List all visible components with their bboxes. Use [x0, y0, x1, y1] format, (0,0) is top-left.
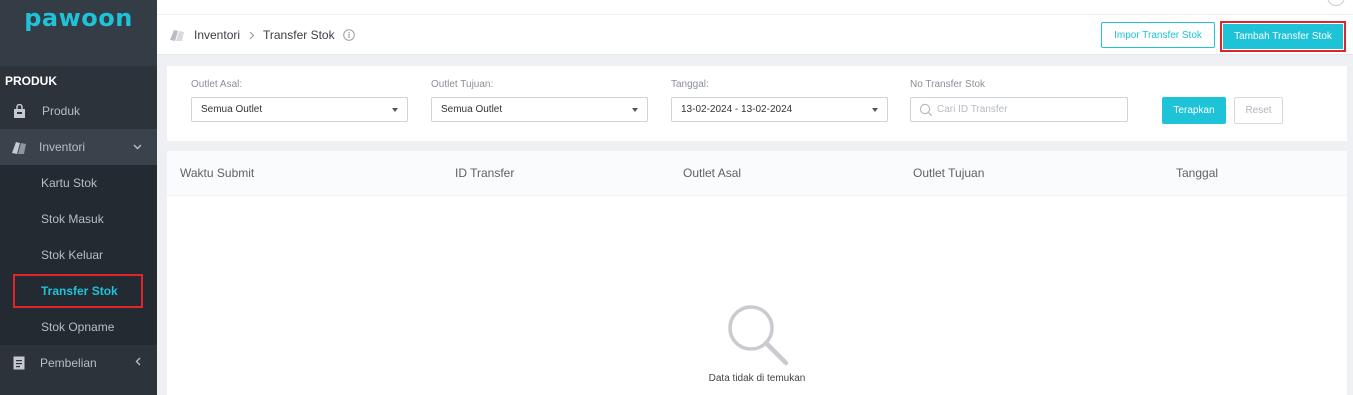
breadcrumb-separator-icon: [249, 15, 255, 55]
column-waktu-submit: Waktu Submit: [180, 166, 255, 180]
date-range-picker[interactable]: 13-02-2024 - 13-02-2024: [671, 97, 888, 122]
chevron-left-icon: [135, 357, 141, 369]
no-transfer-label: No Transfer Stok: [910, 79, 986, 90]
filter-panel: Outlet Asal: Semua Outlet Outlet Tujuan:…: [167, 66, 1347, 141]
top-bar: [157, 0, 1353, 15]
search-placeholder: Cari ID Transfer: [937, 104, 1008, 115]
tanggal-label: Tanggal:: [671, 79, 709, 90]
empty-state-text: Data tidak di temukan: [708, 373, 806, 384]
apply-button[interactable]: Terapkan: [1162, 97, 1226, 124]
bag-icon: [11, 103, 27, 119]
logo[interactable]: pawoon: [24, 4, 133, 66]
sidebar-subitem-transfer-stok[interactable]: Transfer Stok: [0, 273, 157, 309]
search-icon: [919, 103, 933, 120]
add-transfer-button[interactable]: Tambah Transfer Stok: [1223, 24, 1343, 49]
reset-button[interactable]: Reset: [1234, 97, 1283, 124]
page-title: Transfer Stok: [263, 28, 335, 42]
outlet-asal-value: Semua Outlet: [201, 104, 263, 115]
sidebar-item-label: Produk: [42, 104, 81, 118]
sidebar-subitem-kartu-stok[interactable]: Kartu Stok: [0, 165, 157, 201]
sidebar-subitem-stok-opname[interactable]: Stok Opname: [0, 309, 157, 345]
column-id-transfer: ID Transfer: [455, 166, 515, 180]
outlet-tujuan-select[interactable]: Semua Outlet: [431, 97, 648, 122]
user-menu-icon[interactable]: [1327, 0, 1345, 6]
sidebar-item-produk[interactable]: Produk: [0, 93, 157, 129]
highlight-box: [13, 274, 143, 308]
add-transfer-highlight: Tambah Transfer Stok: [1220, 21, 1346, 52]
sidebar-item-inventori[interactable]: Inventori: [0, 129, 157, 165]
sidebar: pawoon PRODUK Produk Inventori Kartu Sto…: [0, 0, 157, 395]
sidebar-item-label: Inventori: [39, 140, 86, 154]
date-range-value: 13-02-2024 - 13-02-2024: [681, 104, 793, 115]
magnifier-icon: [726, 303, 790, 372]
column-outlet-asal: Outlet Asal: [683, 166, 742, 180]
outlet-tujuan-label: Outlet Tujuan:: [431, 79, 494, 90]
transfer-id-search-input[interactable]: Cari ID Transfer: [910, 97, 1128, 122]
outlet-asal-label: Outlet Asal:: [191, 79, 243, 90]
box-icon: [169, 15, 185, 55]
caret-down-icon: [392, 108, 398, 112]
column-tanggal: Tanggal: [1176, 166, 1219, 180]
sidebar-subitem-stok-masuk[interactable]: Stok Masuk: [0, 201, 157, 237]
breadcrumb-inventori[interactable]: Inventori: [194, 15, 240, 55]
sidebar-item-pembelian[interactable]: Pembelian: [0, 345, 157, 381]
outlet-tujuan-value: Semua Outlet: [441, 104, 503, 115]
sidebar-subitem-stok-keluar[interactable]: Stok Keluar: [0, 237, 157, 273]
document-icon: [11, 355, 27, 371]
info-icon[interactable]: [343, 15, 355, 55]
logo-area: pawoon: [0, 0, 157, 66]
import-transfer-button[interactable]: Impor Transfer Stok: [1101, 22, 1215, 48]
box-icon: [11, 139, 27, 155]
table-header: Waktu Submit ID Transfer Outlet Asal Out…: [167, 151, 1347, 196]
caret-down-icon: [632, 108, 638, 112]
page-header: Inventori Transfer Stok Impor Transfer S…: [157, 15, 1353, 55]
transfer-table: Waktu Submit ID Transfer Outlet Asal Out…: [167, 151, 1347, 395]
caret-down-icon: [872, 108, 878, 112]
sidebar-item-label: Pembelian: [40, 356, 97, 370]
column-outlet-tujuan: Outlet Tujuan: [913, 166, 985, 180]
chevron-down-icon: [133, 141, 142, 153]
outlet-asal-select[interactable]: Semua Outlet: [191, 97, 408, 122]
sidebar-section-title: PRODUK: [5, 74, 58, 88]
